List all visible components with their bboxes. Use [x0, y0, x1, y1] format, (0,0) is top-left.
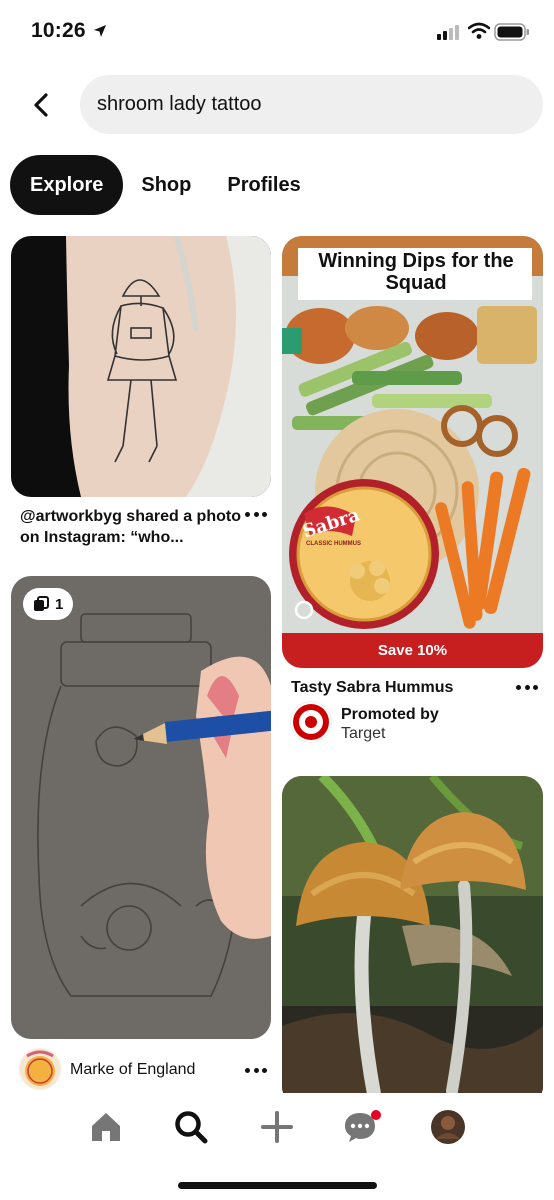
nav-search[interactable] [169, 1105, 213, 1149]
pin-drawing-more-button[interactable] [245, 1066, 267, 1074]
pin-ad-title[interactable]: Tasty Sabra Hummus [291, 677, 453, 698]
avatar-marke-of-england[interactable] [19, 1048, 61, 1090]
promoted-by-label: Promoted by [341, 706, 439, 723]
pinterest-search-results: 10:26 shroom lady tattoo Explore Shop Pr… [0, 0, 554, 1200]
pin-tattoo-title[interactable]: @artworkbyg shared a photo on Instagram:… [20, 506, 242, 548]
home-indicator [178, 1182, 377, 1189]
target-logo-icon[interactable] [290, 701, 332, 743]
status-time: 10:26 [31, 19, 86, 42]
chevron-left-icon [34, 93, 48, 117]
multi-image-count: 1 [55, 595, 64, 613]
location-arrow-icon [93, 24, 107, 43]
back-button[interactable] [24, 88, 58, 122]
pin-tattoo-image[interactable] [11, 236, 271, 497]
cellular-signal-icon [437, 24, 461, 45]
stacked-images-icon [34, 596, 49, 611]
ad-headline: Winning Dips for the Squad [318, 250, 514, 294]
advertiser-name[interactable]: Target [341, 723, 385, 744]
profile-avatar [431, 1110, 465, 1144]
ad-product-label: CLASSIC HUMMUS [306, 541, 361, 547]
home-icon [92, 1113, 120, 1141]
pin-drawing-image[interactable]: 1 [11, 576, 271, 1039]
search-query: shroom lady tattoo [97, 93, 262, 115]
wifi-icon [467, 22, 491, 45]
chat-bubble-icon [345, 1110, 381, 1142]
search-input[interactable]: shroom lady tattoo [80, 75, 543, 134]
pin-drawing-author[interactable]: Marke of England [70, 1059, 195, 1080]
status-bar: 10:26 [0, 0, 554, 66]
tab-profiles[interactable]: Profiles [209, 155, 318, 215]
tab-explore[interactable]: Explore [10, 155, 124, 215]
nav-create[interactable] [255, 1105, 299, 1149]
multi-image-badge: 1 [23, 588, 74, 620]
pin-tattoo-more-button[interactable] [245, 510, 267, 518]
tab-shop[interactable]: Shop [123, 155, 209, 215]
result-type-tabs: Explore Shop Profiles [10, 155, 319, 215]
nav-profile[interactable] [426, 1105, 470, 1149]
search-icon [175, 1111, 208, 1144]
nav-home[interactable] [84, 1105, 128, 1149]
pin-mushroom-image[interactable] [282, 776, 543, 1106]
save-offer-banner[interactable]: Save 10% [282, 633, 543, 668]
pin-ad-more-button[interactable] [516, 683, 538, 691]
nav-messages[interactable] [340, 1105, 384, 1149]
plus-icon [261, 1111, 293, 1143]
pin-ad-image[interactable]: Winning Dips for the Squad Sabra CLASSIC… [282, 236, 543, 668]
battery-icon [494, 22, 530, 47]
